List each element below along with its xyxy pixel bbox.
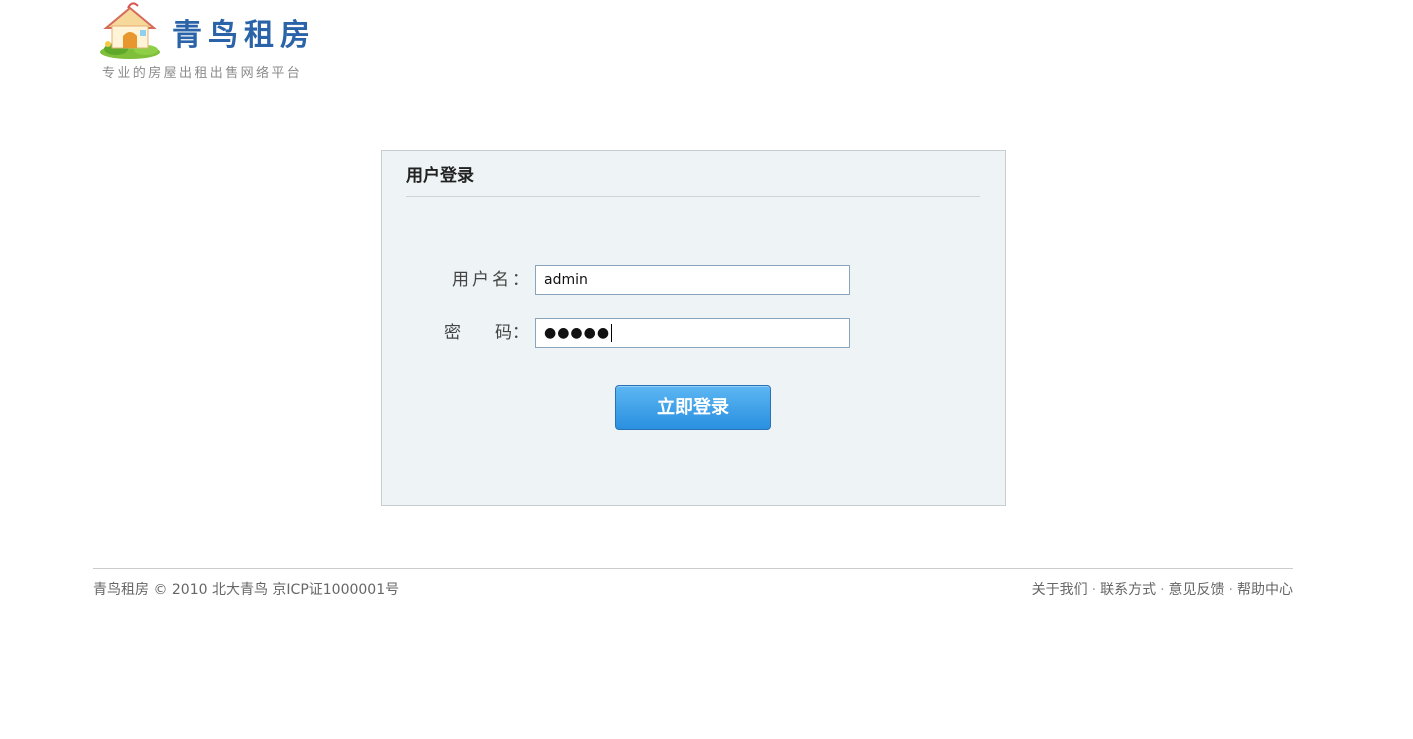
site-slogan: 专业的房屋出租出售网络平台 xyxy=(102,66,303,81)
footer-link-contact[interactable]: 联系方式 xyxy=(1100,582,1156,598)
password-input[interactable]: ●●●●● xyxy=(535,318,850,348)
footer-separator: · xyxy=(1228,582,1233,598)
login-submit-button[interactable]: 立即登录 xyxy=(615,385,771,430)
login-panel-title: 用户登录 xyxy=(406,165,980,197)
footer-separator: · xyxy=(1091,582,1097,598)
login-panel: 用户登录 用户名： admin 密 码： ●●●●● 立即登录 xyxy=(381,150,1006,506)
text-caret xyxy=(611,324,613,342)
username-label: 用户名： xyxy=(452,270,532,290)
password-label-part-1: 密 xyxy=(444,323,461,343)
password-masked-value: ●●●●● xyxy=(544,325,611,341)
footer-link-help[interactable]: 帮助中心 xyxy=(1237,582,1293,598)
site-footer: 青鸟租房 © 2010 北大青鸟 京ICP证1000001号 关于我们 · 联系方式… xyxy=(93,568,1293,609)
house-icon xyxy=(98,2,162,60)
footer-link-about[interactable]: 关于我们 xyxy=(1032,582,1088,598)
footer-links: 关于我们 · 联系方式 · 意见反馈 · 帮助中心 xyxy=(1032,579,1293,599)
password-label-part-2: 码： xyxy=(495,323,529,343)
username-value: admin xyxy=(544,272,588,288)
username-input[interactable]: admin xyxy=(535,265,850,295)
footer-link-feedback[interactable]: 意见反馈 xyxy=(1169,582,1225,598)
site-header: 青鸟租房 专业的房屋出租出售网络平台 xyxy=(96,0,336,90)
copyright-text: 青鸟租房 © 2010 北大青鸟 京ICP证1000001号 xyxy=(93,582,400,598)
site-logo-title: 青鸟租房 xyxy=(172,18,316,53)
password-label: 密 码： xyxy=(444,318,529,348)
footer-separator: · xyxy=(1160,582,1165,598)
